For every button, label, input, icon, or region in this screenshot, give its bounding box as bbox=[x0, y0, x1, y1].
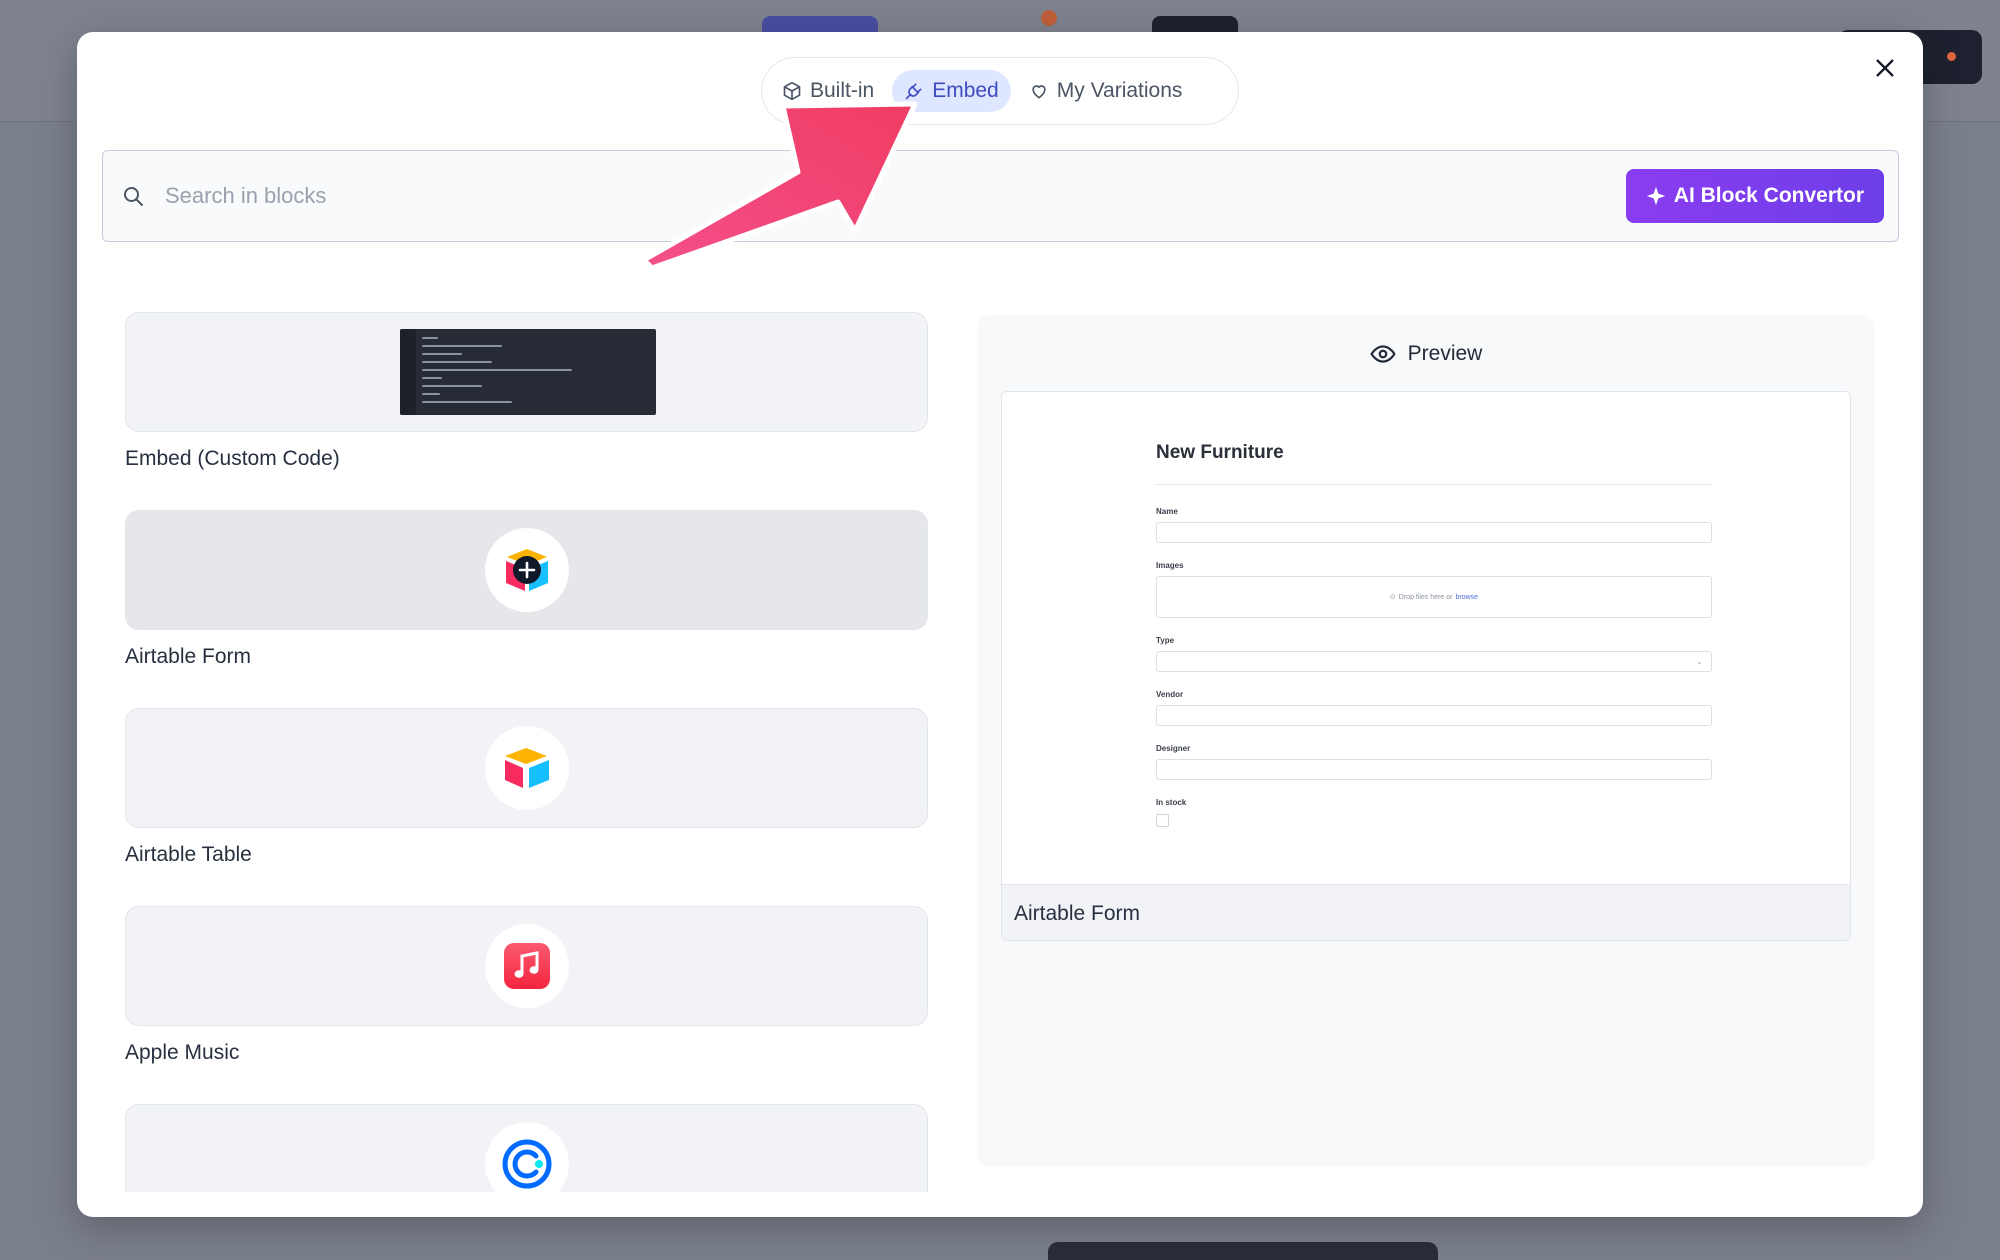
form-label: Images bbox=[1156, 561, 1184, 570]
form-select: ⌄ bbox=[1156, 651, 1712, 672]
eye-icon bbox=[1370, 345, 1396, 363]
tab-label: My Variations bbox=[1056, 79, 1183, 102]
drop-text: Drop files here or bbox=[1398, 593, 1453, 601]
block-list: Embed (Custom Code) Airtable Form Airtab… bbox=[125, 312, 930, 1192]
form-label: Name bbox=[1156, 507, 1178, 516]
form-label: Designer bbox=[1156, 744, 1191, 753]
tab-group: Built-in Embed My Variations bbox=[761, 57, 1239, 125]
search-icon bbox=[124, 187, 143, 206]
form-input bbox=[1156, 705, 1712, 726]
chevron-down-icon: ⌄ bbox=[1696, 657, 1703, 666]
calendly-icon bbox=[485, 1122, 569, 1192]
form-input bbox=[1156, 759, 1712, 780]
list-item: Embed (Custom Code) bbox=[125, 312, 930, 510]
tab-built-in[interactable]: Built-in bbox=[770, 70, 886, 112]
sparkle-icon bbox=[1646, 186, 1665, 206]
block-card-airtable-table[interactable] bbox=[125, 708, 928, 828]
preview-card[interactable]: New Furniture Name Images ⊙ Drop files h… bbox=[1001, 391, 1851, 941]
code-snippet-thumbnail bbox=[400, 329, 656, 415]
heart-icon bbox=[1032, 85, 1046, 99]
close-icon bbox=[1876, 59, 1894, 77]
drop-link: browse bbox=[1455, 593, 1479, 601]
block-label: Airtable Table bbox=[125, 843, 252, 866]
form-checkbox bbox=[1156, 814, 1169, 827]
list-item bbox=[125, 1104, 930, 1192]
ai-block-convertor-button[interactable]: AI Block Convertor bbox=[1625, 169, 1884, 223]
upload-icon: ⊙ bbox=[1389, 594, 1396, 601]
form-label: Type bbox=[1156, 636, 1175, 645]
form-label: In stock bbox=[1156, 798, 1187, 807]
tab-label: Embed bbox=[932, 79, 999, 102]
block-card-airtable-form[interactable] bbox=[125, 510, 928, 630]
block-card-embed-custom-code[interactable] bbox=[125, 312, 928, 432]
apple-music-icon bbox=[485, 924, 569, 1008]
airtable-add-icon bbox=[485, 528, 569, 612]
preview-caption: Airtable Form bbox=[1002, 884, 1850, 940]
list-item: Apple Music bbox=[125, 906, 930, 1104]
block-label: Apple Music bbox=[125, 1041, 240, 1064]
form-title: New Furniture bbox=[1156, 442, 1712, 485]
close-button[interactable] bbox=[1865, 48, 1905, 88]
airtable-form-preview: New Furniture Name Images ⊙ Drop files h… bbox=[1156, 442, 1712, 827]
box-icon bbox=[783, 81, 801, 101]
block-card-apple-music[interactable] bbox=[125, 906, 928, 1026]
plug-icon bbox=[905, 83, 922, 100]
preview-title: Preview bbox=[1407, 342, 1483, 365]
preview-panel: Preview New Furniture Name Images ⊙ Drop… bbox=[977, 315, 1875, 1167]
block-card-calendly[interactable] bbox=[125, 1104, 928, 1192]
airtable-icon bbox=[485, 726, 569, 810]
search-bar: AI Block Convertor bbox=[102, 150, 1899, 242]
background-notification-dot bbox=[1041, 10, 1057, 26]
tab-label: Built-in bbox=[810, 79, 875, 102]
block-label: Embed (Custom Code) bbox=[125, 447, 340, 470]
ai-button-label: AI Block Convertor bbox=[1673, 184, 1864, 207]
tab-embed[interactable]: Embed bbox=[892, 70, 1011, 112]
preview-heading: Preview bbox=[977, 341, 1875, 367]
form-label: Vendor bbox=[1156, 690, 1184, 699]
search-input[interactable] bbox=[165, 183, 1626, 209]
form-input bbox=[1156, 522, 1712, 543]
list-item: Airtable Table bbox=[125, 708, 930, 906]
list-item: Airtable Form bbox=[125, 510, 930, 708]
tab-my-variations[interactable]: My Variations bbox=[1017, 70, 1195, 112]
preview-image: New Furniture Name Images ⊙ Drop files h… bbox=[1002, 392, 1850, 884]
block-library-modal: Built-in Embed My Variations AI Block Co… bbox=[77, 32, 1923, 1217]
background-bottom-bar bbox=[1048, 1242, 1438, 1260]
form-dropzone: ⊙ Drop files here or browse bbox=[1156, 576, 1712, 618]
block-label: Airtable Form bbox=[125, 645, 252, 668]
